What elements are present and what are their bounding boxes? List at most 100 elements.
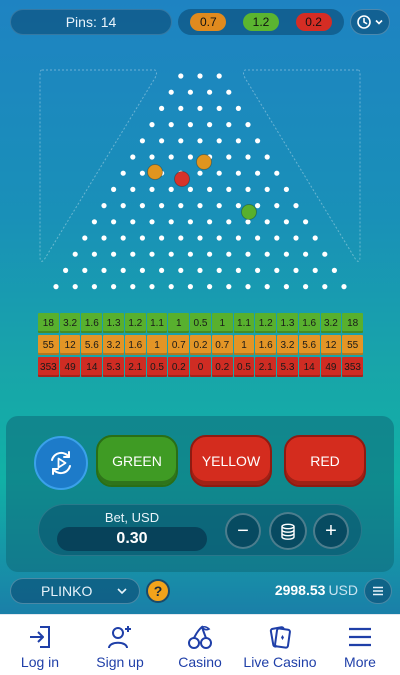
game-selector[interactable]: PLINKO: [10, 578, 140, 604]
peg: [130, 154, 136, 160]
peg: [139, 235, 145, 241]
peg: [303, 284, 309, 290]
peg: [63, 267, 69, 273]
peg: [101, 235, 107, 241]
peg: [120, 235, 126, 241]
bet-chips-button[interactable]: [269, 512, 307, 550]
chevron-down-icon: [117, 588, 127, 595]
peg: [197, 267, 203, 273]
peg: [130, 219, 136, 225]
peg: [245, 154, 251, 160]
peg: [235, 203, 241, 209]
yellow-multiplier-cell: 5.6: [81, 335, 103, 355]
peg: [149, 219, 155, 225]
autoplay-button[interactable]: [34, 436, 88, 490]
peg: [149, 284, 155, 290]
nav-live-casino-label: Live Casino: [243, 654, 317, 670]
yellow-multiplier-cell: 12: [59, 335, 81, 355]
peg: [245, 122, 251, 128]
peg: [226, 154, 232, 160]
increase-bet-button[interactable]: +: [313, 513, 349, 549]
autoplay-icon: [51, 451, 71, 475]
peg: [111, 284, 117, 290]
help-button[interactable]: ?: [146, 579, 170, 603]
peg: [255, 138, 261, 144]
red-play-button[interactable]: RED: [284, 435, 366, 487]
peg: [283, 251, 289, 257]
green-play-button[interactable]: GREEN: [96, 435, 178, 487]
pins-label: Pins: 14: [65, 14, 117, 30]
peg: [149, 186, 155, 192]
yellow-play-button[interactable]: YELLOW: [190, 435, 272, 487]
nav-signup[interactable]: Sign up: [80, 615, 160, 675]
peg: [111, 219, 117, 225]
peg: [264, 186, 270, 192]
nav-signup-label: Sign up: [96, 654, 144, 670]
peg: [264, 284, 270, 290]
peg: [274, 170, 280, 176]
decrease-bet-button[interactable]: −: [225, 513, 261, 549]
peg: [255, 170, 261, 176]
peg: [178, 105, 184, 111]
yellow-multiplier-cell: 1: [146, 335, 168, 355]
red-multiplier-cell: 2.1: [124, 357, 146, 377]
peg: [91, 284, 97, 290]
peg: [168, 186, 174, 192]
nav-more[interactable]: More: [320, 615, 400, 675]
peg: [264, 251, 270, 257]
peg: [159, 203, 165, 209]
peg: [264, 219, 270, 225]
green-multiplier-cell: 1.2: [124, 313, 146, 333]
peg: [72, 251, 78, 257]
ball: [241, 204, 257, 220]
pins-count-selector[interactable]: Pins: 14: [10, 9, 172, 35]
peg: [216, 170, 222, 176]
bet-amount-input[interactable]: 0.30: [57, 527, 207, 551]
game-menu-button[interactable]: [364, 578, 392, 604]
peg: [101, 267, 107, 273]
peg: [274, 203, 280, 209]
peg: [197, 105, 203, 111]
peg: [216, 235, 222, 241]
peg: [159, 235, 165, 241]
peg-grid: [53, 73, 347, 290]
odds-red-chip: 0.2: [295, 13, 332, 31]
yellow-button-label: YELLOW: [201, 453, 261, 469]
nav-login[interactable]: Log in: [0, 615, 80, 675]
peg: [187, 251, 193, 257]
balls-layer: [147, 154, 257, 220]
peg: [149, 154, 155, 160]
peg: [245, 284, 251, 290]
peg: [101, 203, 107, 209]
nav-casino[interactable]: Casino: [160, 615, 240, 675]
peg: [216, 105, 222, 111]
peg: [293, 203, 299, 209]
peg: [187, 186, 193, 192]
peg: [168, 219, 174, 225]
peg: [226, 284, 232, 290]
peg: [283, 284, 289, 290]
peg: [168, 89, 174, 95]
peg: [293, 267, 299, 273]
nav-live-casino[interactable]: Live Casino: [240, 615, 320, 675]
history-button[interactable]: [350, 9, 390, 35]
red-multiplier-cell: 5.3: [277, 357, 298, 377]
green-multiplier-cell: 3.2: [320, 313, 342, 333]
peg: [283, 219, 289, 225]
green-multiplier-row: 18 3.2 1.6 1.3 1.2 1.1 1 0.5 1 1.1 1.2 1.3 1.6 3.2 18: [38, 313, 364, 333]
red-multiplier-row: 353 49 14 5.3 2.1 0.5 0.2 0 0.2 0.5 2.1 5.3 14 49 353: [38, 357, 364, 377]
peg: [178, 138, 184, 144]
ball: [196, 154, 212, 170]
cherries-icon: [188, 625, 212, 649]
yellow-multiplier-cell: 55: [342, 335, 364, 355]
multiplier-table: 18 3.2 1.6 1.3 1.2 1.1 1 0.5 1 1.1 1.2 1.3 1.6 3.2 18 …: [38, 313, 364, 379]
peg: [139, 203, 145, 209]
add-user-icon: [108, 626, 131, 649]
green-multiplier-cell: 1.1: [146, 313, 168, 333]
peg: [303, 251, 309, 257]
red-multiplier-cell: 0.2: [168, 357, 190, 377]
peg: [178, 235, 184, 241]
control-panel: GREEN YELLOW RED Bet, USD 0.30 − +: [6, 416, 394, 572]
yellow-multiplier-cell: 3.2: [103, 335, 124, 355]
peg: [159, 267, 165, 273]
